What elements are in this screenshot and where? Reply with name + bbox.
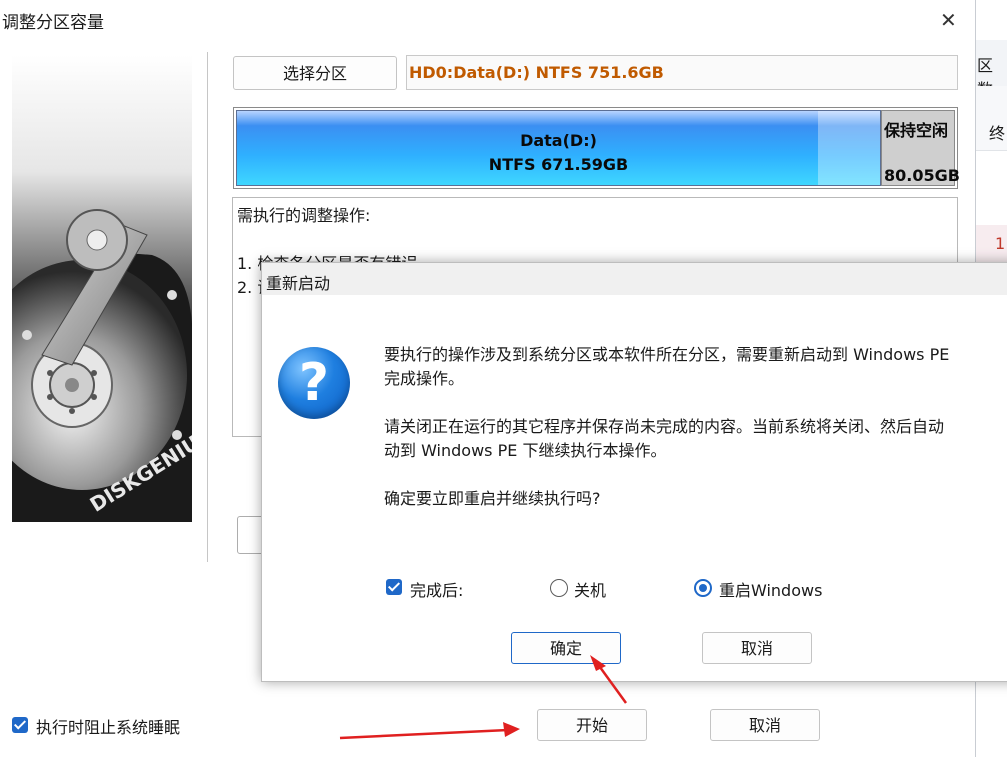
data-partition-size: NTFS 671.59GB bbox=[488, 155, 629, 174]
disk-layout-bar[interactable]: Data(D:) NTFS 671.59GB 保持空闲 80.05GB bbox=[233, 107, 960, 189]
background-row-value: 1 bbox=[995, 234, 1006, 253]
dialog-message-line-3: 请关闭正在运行的其它程序并保存尚未完成的内容。当前系统将关闭、然后自动 bbox=[384, 417, 945, 436]
select-partition-button[interactable]: 选择分区 bbox=[233, 56, 397, 90]
after-complete-label: 完成后: bbox=[410, 581, 464, 600]
reserve-free-block[interactable]: 保持空闲 80.05GB bbox=[881, 110, 960, 186]
shutdown-radio[interactable] bbox=[550, 579, 568, 597]
reserve-free-size: 80.05GB bbox=[884, 166, 960, 185]
vertical-divider bbox=[207, 52, 208, 562]
after-complete-checkbox[interactable] bbox=[386, 579, 402, 595]
cancel-button[interactable]: 取消 bbox=[710, 709, 820, 741]
dialog-cancel-button[interactable]: 取消 bbox=[702, 632, 812, 664]
prevent-sleep-checkbox[interactable] bbox=[12, 717, 28, 733]
partition-info-field: HD0:Data(D:) NTFS 751.6GB bbox=[406, 55, 958, 90]
data-partition-label: Data(D:) bbox=[520, 131, 597, 150]
dialog-message-line-5: 确定要立即重启并继续执行吗? bbox=[384, 489, 601, 508]
start-button[interactable]: 开始 bbox=[537, 709, 647, 741]
window-title: 调整分区容量 bbox=[2, 13, 104, 33]
operations-heading: 需执行的调整操作: bbox=[237, 206, 371, 225]
restart-dialog: 重新启动 ? 要执行的操作涉及到系统分区或本软件所在分区，需要重新启动到 Win… bbox=[261, 262, 1007, 682]
dialog-title: 重新启动 bbox=[266, 274, 331, 293]
ok-button[interactable]: 确定 bbox=[511, 632, 621, 664]
restart-windows-radio[interactable] bbox=[694, 579, 712, 597]
shutdown-radio-label: 关机 bbox=[574, 581, 607, 600]
diskgenius-logo-image: DISKGENIUS bbox=[12, 55, 192, 522]
dialog-message-line-2: 完成操作。 bbox=[384, 369, 465, 388]
close-icon[interactable]: ✕ bbox=[940, 8, 957, 32]
background-col-label: 终 bbox=[989, 124, 1006, 143]
restart-windows-radio-label: 重启Windows bbox=[719, 581, 823, 600]
reserve-free-label: 保持空闲 bbox=[884, 121, 949, 140]
question-icon: ? bbox=[278, 347, 350, 419]
dialog-body: ? 要执行的操作涉及到系统分区或本软件所在分区，需要重新启动到 Windows … bbox=[262, 295, 1007, 681]
prevent-sleep-label: 执行时阻止系统睡眠 bbox=[36, 718, 181, 737]
dialog-message-line-4: 动到 Windows PE 下继续执行本操作。 bbox=[384, 441, 667, 460]
dialog-message-line-1: 要执行的操作涉及到系统分区或本软件所在分区，需要重新启动到 Windows PE bbox=[384, 345, 950, 364]
data-partition-block[interactable]: Data(D:) NTFS 671.59GB bbox=[236, 110, 881, 186]
hard-disk-illustration: DISKGENIUS bbox=[12, 209, 192, 522]
